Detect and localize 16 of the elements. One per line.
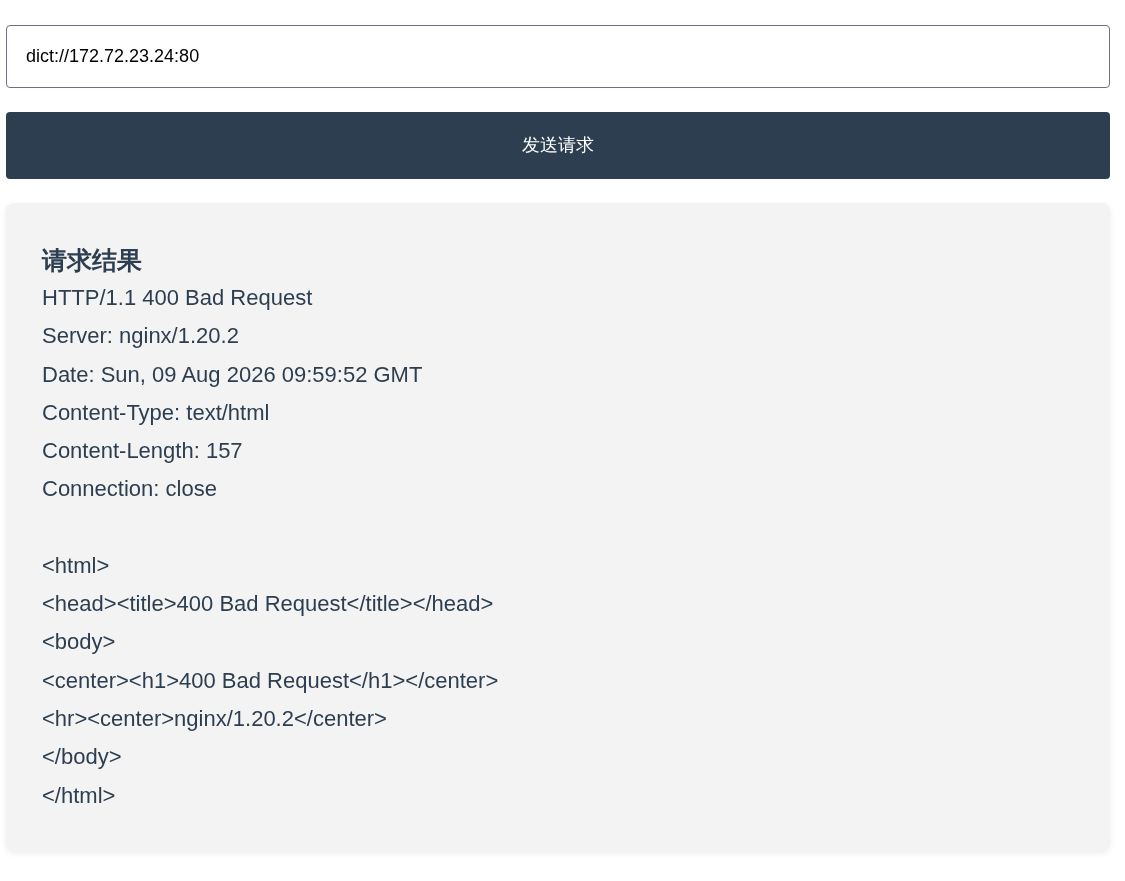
response-header-line: Content-Length: 157 (42, 437, 243, 466)
response-header-line: Server: nginx/1.20.2 (42, 322, 239, 351)
url-field[interactable]: dict://172.72.23.24:80 (6, 25, 1110, 88)
response-header-line: Date: Sun, 09 Aug 2026 09:59:52 GMT (42, 360, 423, 389)
response-body-line: <center><h1>400 Bad Request</h1></center> (42, 666, 499, 695)
response-header-line: Content-Type: text/html (42, 398, 270, 427)
send-button[interactable]: 发送请求 (6, 112, 1110, 179)
result-title: 请求结果 (42, 245, 142, 276)
response-body-line: <html> (42, 551, 110, 580)
response-body-line: <head><title>400 Bad Request</title></head> (42, 590, 494, 619)
response-body-line: <hr><center>nginx/1.20.2</center> (42, 704, 387, 733)
response-body-line: </html> (42, 781, 116, 810)
response-body-line: <body> (42, 628, 116, 657)
response-body-line: </body> (42, 743, 122, 772)
response-header-line: HTTP/1.1 400 Bad Request (42, 284, 313, 312)
response-header-line: Connection: close (42, 475, 217, 504)
